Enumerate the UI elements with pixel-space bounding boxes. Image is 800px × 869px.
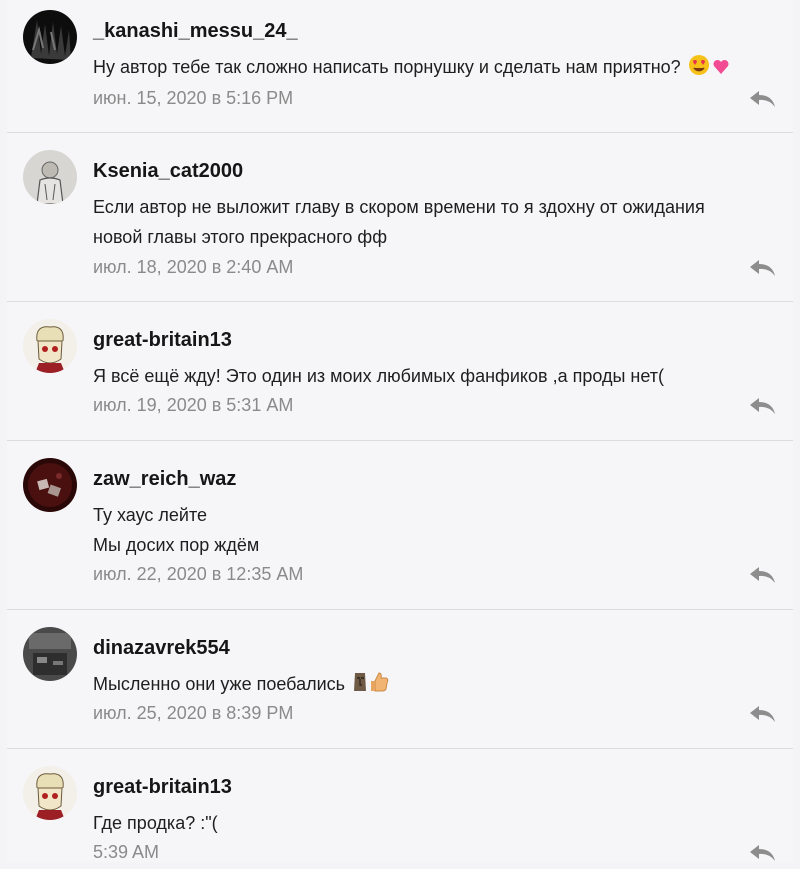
comment-date: 5:39 AM — [93, 842, 160, 862]
comment-text-line: Где продка? :"( — [93, 813, 218, 833]
comment-text-line: новой главы этого прекрасного фф — [93, 227, 388, 247]
avatar[interactable] — [23, 319, 77, 373]
comment-author[interactable]: dinazavrek554 — [93, 637, 230, 660]
comment-author[interactable]: zaw_reich_waz — [93, 468, 236, 491]
comment-date: июн. 15, 2020 в 5:16 PM — [93, 88, 294, 108]
divider — [7, 440, 793, 441]
moai-icon — [352, 671, 368, 702]
comment-text: Я всё ещё жду! Это один из моих любимых … — [93, 361, 664, 391]
reply-arrow-icon[interactable] — [747, 842, 777, 864]
reply-arrow-icon[interactable] — [747, 703, 777, 725]
comment-date: июл. 18, 2020 в 2:40 AM — [93, 257, 294, 277]
comment-author[interactable]: great-britain13 — [93, 776, 232, 799]
thumbs-up-icon — [370, 671, 390, 702]
avatar[interactable] — [23, 766, 77, 820]
reply-arrow-icon[interactable] — [747, 88, 777, 110]
comment-date: июл. 25, 2020 в 8:39 PM — [93, 703, 294, 723]
comment-text-line: Если автор не выложит главу в скором вре… — [93, 197, 705, 217]
pink-heart-icon — [712, 55, 730, 85]
avatar[interactable] — [23, 10, 77, 64]
comment-date: июл. 19, 2020 в 5:31 AM — [93, 395, 294, 415]
divider — [7, 748, 793, 749]
divider — [7, 301, 793, 302]
comment-text: Ну автор тебе так сложно написать порнуш… — [93, 52, 730, 85]
comment-text: Ту хаус лейте Мы досих пор ждём — [93, 500, 259, 560]
reply-arrow-icon[interactable] — [747, 564, 777, 586]
comment-author[interactable]: Ksenia_cat2000 — [93, 160, 243, 183]
comment-text-line: Ту хаус лейте — [93, 505, 208, 525]
avatar[interactable] — [23, 458, 77, 512]
avatar[interactable] — [23, 627, 77, 681]
reply-arrow-icon[interactable] — [747, 395, 777, 417]
comment-text-line: Мысленно они уже поебались — [93, 674, 346, 694]
divider — [7, 132, 793, 133]
comment-text-line: Мы досих пор ждём — [93, 535, 260, 555]
comment-author[interactable]: _kanashi_messu_24_ — [93, 20, 298, 43]
heart-eyes-icon — [688, 54, 710, 85]
comment-text-line: Ну автор тебе так сложно написать порнуш… — [93, 57, 681, 77]
comment-date: июл. 22, 2020 в 12:35 AM — [93, 564, 304, 584]
comment-text-line: Я всё ещё жду! Это один из моих любимых … — [93, 366, 664, 386]
comments-list: _kanashi_messu_24_ Ну автор тебе так сло… — [7, 0, 793, 862]
comment-text: Где продка? :"( — [93, 808, 218, 838]
divider — [7, 609, 793, 610]
reply-arrow-icon[interactable] — [747, 257, 777, 279]
comment-text: Если автор не выложит главу в скором вре… — [93, 192, 705, 252]
avatar[interactable] — [23, 150, 77, 204]
comment-author[interactable]: great-britain13 — [93, 329, 232, 352]
comment-text: Мысленно они уже поебались — [93, 669, 390, 702]
